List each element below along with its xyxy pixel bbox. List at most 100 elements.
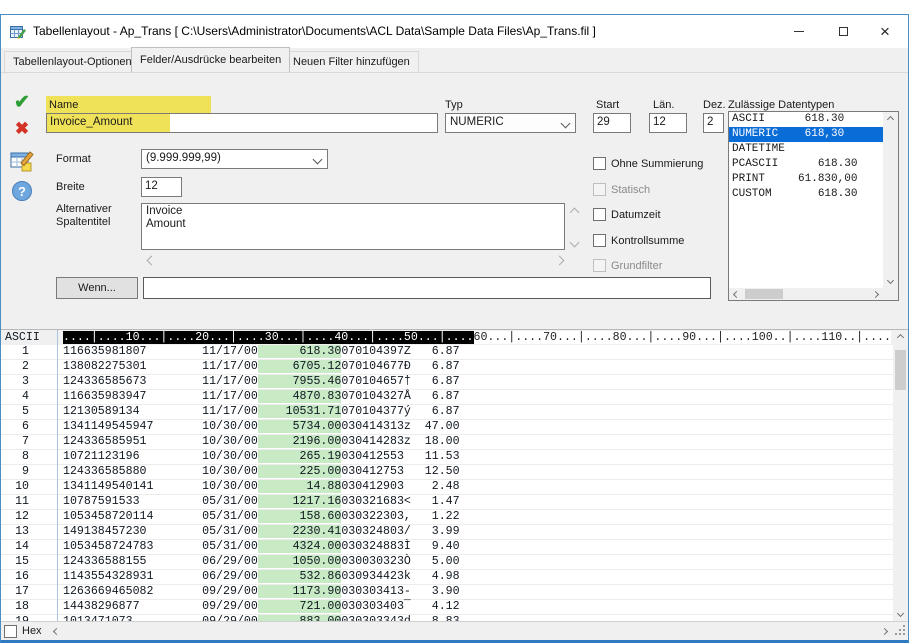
data-row[interactable]: 1110787591533 05/31/00 1217.16030321683<… bbox=[1, 495, 908, 510]
datatype-item[interactable]: DATETIME bbox=[729, 142, 883, 157]
datatypes-vertical-scrollbar[interactable] bbox=[883, 112, 898, 300]
data-row[interactable]: 1116635981807 11/17/00 618.30070104397Z … bbox=[1, 345, 908, 360]
selected-field-value: 1050.00 bbox=[258, 555, 342, 568]
datatype-item[interactable]: NUMERIC 618,30 bbox=[729, 127, 883, 142]
alt-title-label: Alternativer Spaltentitel bbox=[56, 203, 112, 229]
checkbox-box[interactable] bbox=[593, 234, 606, 247]
record-prefix: 124336585880 10/30/00 bbox=[63, 465, 258, 478]
data-row[interactable]: 3124336585673 11/17/00 7955.46070104657†… bbox=[1, 375, 908, 390]
hex-bar: Hex bbox=[1, 621, 908, 640]
maximize-button[interactable] bbox=[826, 15, 860, 48]
data-row[interactable]: 4116635983947 11/17/00 4870.83070104327Å… bbox=[1, 390, 908, 405]
scroll-right-icon[interactable] bbox=[868, 288, 883, 300]
checkbox-ohne-summierung[interactable]: Ohne Summierung bbox=[593, 157, 703, 171]
wenn-input[interactable] bbox=[143, 277, 711, 299]
data-row[interactable]: 121053458720114 05/31/00 158.60030322303… bbox=[1, 510, 908, 525]
titlebar[interactable]: Tabellenlayout - Ap_Trans [ C:\Users\Adm… bbox=[1, 15, 908, 48]
row-number: 9 bbox=[1, 465, 29, 479]
wenn-button[interactable]: Wenn... bbox=[56, 277, 138, 299]
scroll-up-icon[interactable] bbox=[570, 208, 580, 218]
record-text: 124336585880 10/30/00 225.00030412753 12… bbox=[63, 465, 460, 479]
selected-field-value: 4324.00 bbox=[258, 540, 342, 553]
record-suffix: 030303413- 3.90 bbox=[341, 585, 459, 598]
scrollbar-thumb[interactable] bbox=[745, 289, 783, 299]
datatypes-horizontal-scrollbar[interactable] bbox=[729, 288, 883, 300]
scroll-down-icon[interactable] bbox=[883, 273, 898, 288]
record-text: 124336588155 06/29/00 1050.00030030323Ò … bbox=[63, 555, 460, 569]
data-row[interactable]: 15124336588155 06/29/00 1050.00030030323… bbox=[1, 555, 908, 570]
laen-input[interactable]: 12 bbox=[649, 113, 687, 133]
scroll-down-icon[interactable] bbox=[893, 606, 908, 621]
record-prefix: 10787591533 05/31/00 bbox=[63, 495, 258, 508]
start-input[interactable]: 29 bbox=[593, 113, 631, 133]
scroll-up-icon[interactable] bbox=[883, 112, 898, 127]
scroll-up-icon[interactable] bbox=[893, 330, 908, 345]
data-row[interactable]: 2138082275301 11/17/00 6705.12070104677Ð… bbox=[1, 360, 908, 375]
row-number: 2 bbox=[1, 360, 29, 374]
selected-field-value: 1217.16 bbox=[258, 495, 342, 508]
breite-input[interactable]: 12 bbox=[141, 177, 182, 197]
checkbox-kontrollsumme[interactable]: Kontrollsumme bbox=[593, 234, 684, 248]
data-row[interactable]: 1814438296877 09/29/00 721.00030303403¯ … bbox=[1, 600, 908, 615]
record-suffix: 030303403¯ 4.12 bbox=[341, 600, 459, 613]
checkbox-box[interactable] bbox=[593, 157, 606, 170]
record-prefix: 1053458724783 05/31/00 bbox=[63, 540, 258, 553]
row-number: 10 bbox=[1, 480, 29, 494]
tab-neuen-filter-hinzufuegen[interactable]: Neuen Filter hinzufügen bbox=[284, 51, 419, 72]
ruler-selected-range[interactable]: ....|....10...|....20...|....30...|....4… bbox=[63, 331, 474, 344]
record-suffix: 030934423k 4.98 bbox=[341, 570, 459, 583]
scroll-right-icon[interactable] bbox=[555, 256, 565, 266]
alt-title-textarea[interactable]: Invoice Amount bbox=[141, 203, 565, 250]
minimize-button[interactable] bbox=[782, 15, 816, 48]
record-suffix: 030414283z 18.00 bbox=[341, 435, 459, 448]
record-suffix: 070104377ý 6.87 bbox=[341, 405, 459, 418]
hex-checkbox[interactable] bbox=[4, 625, 17, 638]
dez-input[interactable]: 2 bbox=[703, 113, 724, 133]
checkbox-datumzeit[interactable]: Datumzeit bbox=[593, 208, 661, 222]
close-button[interactable]: × bbox=[868, 15, 902, 48]
column-ruler[interactable]: ASCII ....|....10...|....20...|....30...… bbox=[1, 330, 908, 345]
help-icon[interactable]: ? bbox=[9, 181, 35, 205]
data-row[interactable]: 7124336585951 10/30/00 2196.00030414283z… bbox=[1, 435, 908, 450]
scroll-left-icon[interactable] bbox=[729, 288, 744, 300]
datatype-item[interactable]: PCASCII 618.30 bbox=[729, 157, 883, 172]
resize-grip[interactable] bbox=[893, 625, 905, 637]
row-number: 8 bbox=[1, 450, 29, 464]
data-row[interactable]: 810721123196 10/30/00 265.19030412553 11… bbox=[1, 450, 908, 465]
format-select[interactable]: (9.999.999,99) bbox=[141, 149, 328, 169]
checkbox-grundfilter: Grundfilter bbox=[593, 259, 662, 273]
datatype-item[interactable]: CUSTOM 618.30 bbox=[729, 187, 883, 202]
edit-table-icon[interactable] bbox=[9, 149, 35, 173]
datatype-item[interactable]: ASCII 618.30 bbox=[729, 112, 883, 127]
selected-field-value: 158.60 bbox=[258, 510, 342, 523]
selected-field-value: 225.00 bbox=[258, 465, 342, 478]
typ-select[interactable]: NUMERIC bbox=[445, 113, 576, 133]
ruler-range[interactable]: 60...|....70...|....80...|....90...|....… bbox=[474, 331, 891, 344]
accept-icon[interactable]: ✔ bbox=[9, 91, 35, 115]
data-row[interactable]: 161143554328931 06/29/00 532.86030934423… bbox=[1, 570, 908, 585]
data-row[interactable]: 13149138457230 05/31/00 2230.41030324803… bbox=[1, 525, 908, 540]
checkbox-box[interactable] bbox=[593, 208, 606, 221]
data-horizontal-scrollbar[interactable] bbox=[49, 623, 892, 640]
scroll-left-icon[interactable] bbox=[147, 256, 157, 266]
data-row[interactable]: 512130589134 11/17/00 10531.71070104377ý… bbox=[1, 405, 908, 420]
datatype-item[interactable]: PRINT 61.830,00 bbox=[729, 172, 883, 187]
row-number: 1 bbox=[1, 345, 29, 359]
name-input[interactable]: Invoice_Amount bbox=[46, 113, 438, 133]
scrollbar-thumb[interactable] bbox=[895, 350, 906, 390]
scroll-right-icon[interactable] bbox=[877, 624, 892, 639]
data-vertical-scrollbar[interactable] bbox=[893, 330, 908, 621]
scroll-down-icon[interactable] bbox=[570, 238, 580, 248]
data-row[interactable]: 171263669465082 09/29/00 1173.9003030341… bbox=[1, 585, 908, 600]
data-row[interactable]: 9 124336585880 10/30/00 225.00030412753 1… bbox=[1, 465, 908, 480]
row-number: 4 bbox=[1, 390, 29, 404]
data-row[interactable]: 101341149540141 10/30/00 14.88030412903 … bbox=[1, 480, 908, 495]
delete-icon[interactable]: ✖ bbox=[9, 119, 35, 143]
scroll-left-icon[interactable] bbox=[49, 624, 64, 639]
data-row[interactable]: 141053458724783 05/31/00 4324.0003032488… bbox=[1, 540, 908, 555]
datatypes-listbox[interactable]: ASCII 618.30NUMERIC 618,30DATETIMEPCASCI… bbox=[728, 111, 899, 301]
tab-tabellenlayout-optionen[interactable]: Tabellenlayout-Optionen bbox=[4, 51, 141, 72]
data-row[interactable]: 61341149545947 10/30/00 5734.00030414313… bbox=[1, 420, 908, 435]
record-prefix: 116635981807 11/17/00 bbox=[63, 345, 258, 358]
tab-felder-ausdruecke-bearbeiten[interactable]: Felder/Ausdrücke bearbeiten bbox=[131, 47, 290, 72]
